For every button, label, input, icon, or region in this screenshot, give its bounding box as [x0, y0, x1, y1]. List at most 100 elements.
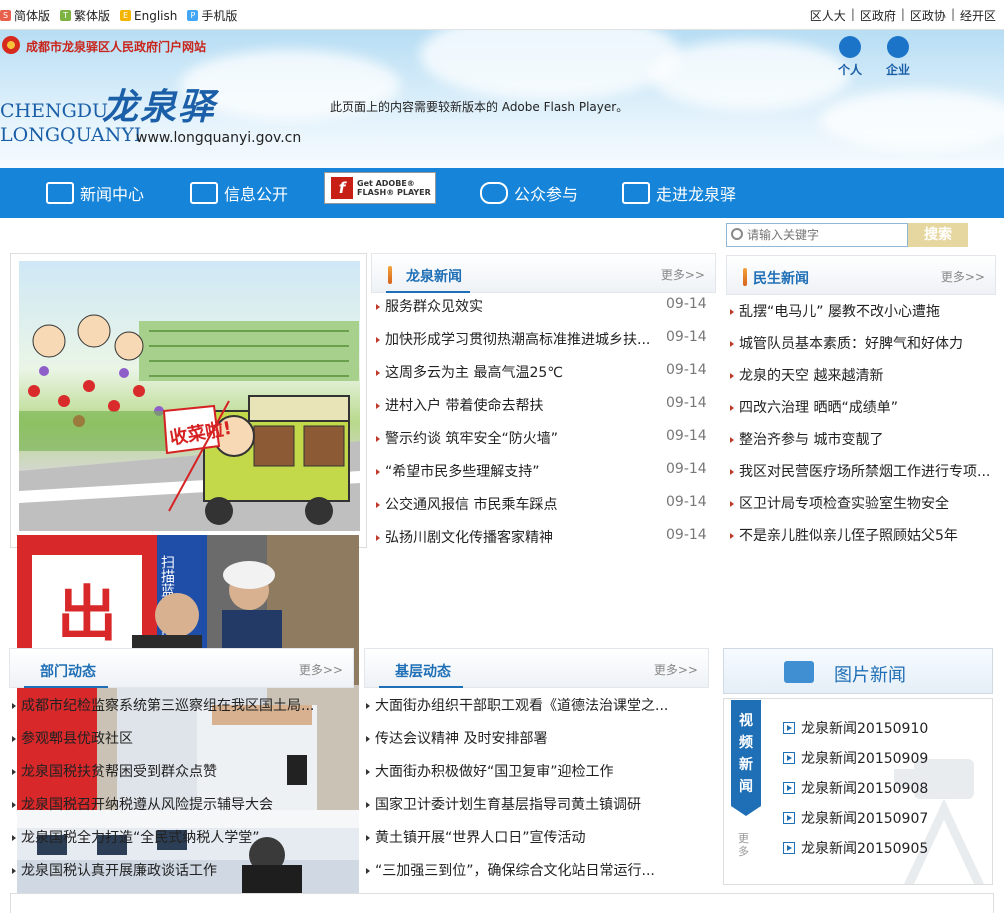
logo-chengdu: CHENGDU	[0, 100, 109, 122]
enterprise-icon	[887, 36, 909, 58]
search-input[interactable]	[747, 226, 903, 244]
lang-traditional-link[interactable]: T 繁体版	[60, 7, 110, 24]
list-item[interactable]: 龙泉国税扶贫帮困受到群众点赞	[12, 761, 217, 781]
list-item[interactable]: 警示约谈 筑牢安全“防火墙” 09-14	[376, 428, 707, 448]
list-item[interactable]: 不是亲儿胜似亲儿侄子照顾姑父5年	[730, 525, 958, 545]
longquan-news-more-link[interactable]: 更多>>	[661, 266, 705, 283]
livelihood-news-more-link[interactable]: 更多>>	[941, 268, 985, 285]
list-item[interactable]: 进村入户 带着使命去帮扶 09-14	[376, 395, 707, 415]
bullet-icon	[366, 868, 370, 874]
list-item[interactable]: 区卫计局专项检查实验室生物安全	[730, 493, 949, 513]
tab-longquan-news[interactable]: 龙泉新闻	[406, 266, 462, 286]
site-link-devzone[interactable]: 经开区	[960, 7, 996, 24]
separator: |	[850, 7, 855, 21]
list-item[interactable]: 成都市纪检监察系统第三巡察组在我区国土局...	[12, 695, 314, 715]
bullet-icon	[12, 769, 16, 775]
lang-mobile-link[interactable]: P 手机版	[187, 7, 237, 24]
list-item[interactable]: 大面街办积极做好“国卫复审”迎检工作	[366, 761, 614, 781]
bullet-icon	[12, 736, 16, 742]
search-button[interactable]: 搜索	[908, 223, 968, 247]
list-item[interactable]: 加快形成学习贯彻热潮高标准推进城乡扶... 09-14	[376, 329, 707, 349]
list-item[interactable]: 龙泉国税认真开展廉政谈话工作	[12, 860, 217, 880]
list-item[interactable]: 乱摆“电马儿” 屡教不改小心遭拖	[730, 301, 940, 321]
tab-grassroots-news[interactable]: 基层动态	[395, 661, 451, 681]
headline-cartoon-image[interactable]: 收菜啦!	[19, 261, 360, 531]
list-item[interactable]: 龙泉新闻20150905	[783, 838, 928, 858]
lang-simplified-link[interactable]: S 简体版	[0, 7, 50, 24]
list-item[interactable]: 整治齐参与 城市变靓了	[730, 429, 883, 449]
list-item[interactable]: 龙泉新闻20150908	[783, 778, 928, 798]
list-item[interactable]: 弘扬川剧文化传播客家精神 09-14	[376, 527, 707, 547]
bullet-icon	[376, 436, 380, 442]
separator: |	[900, 7, 905, 21]
tab-video-news[interactable]: 视 频 新 闻	[731, 700, 761, 816]
list-item[interactable]: 龙泉国税全力打造“全民式纳税人学堂”	[12, 827, 260, 847]
bullet-icon	[366, 769, 370, 775]
bullet-icon	[376, 337, 380, 343]
bullet-icon	[730, 373, 734, 379]
tab-dept-news[interactable]: 部门动态	[40, 661, 96, 681]
list-item[interactable]: 公交通风报信 市民乘车踩点 09-14	[376, 494, 707, 514]
list-item[interactable]: 黄土镇开展“世界人口日”宣传活动	[366, 827, 586, 847]
list-item[interactable]: 参观郫县优政社区	[12, 728, 133, 748]
picture-news-title: 图片新闻	[834, 665, 906, 686]
english-icon: E	[120, 10, 132, 21]
bullet-icon	[366, 835, 370, 841]
nav-public-participation[interactable]: 公众参与	[480, 168, 578, 218]
nav-enter-longquanyi[interactable]: 走进龙泉驿	[622, 168, 736, 218]
bullet-icon	[366, 736, 370, 742]
list-item[interactable]: 龙泉新闻20150907	[783, 808, 928, 828]
main-nav: 新闻中心 信息公开 f Get ADOBE® FLASH® PLAYER 公众参与…	[0, 168, 1004, 218]
dept-news-more-link[interactable]: 更多>>	[299, 661, 343, 678]
list-item[interactable]: “希望市民多些理解支持” 09-14	[376, 461, 707, 481]
search-icon	[731, 228, 743, 240]
role-enterprise-button[interactable]: 企业	[886, 36, 910, 78]
grassroots-news-more-link[interactable]: 更多>>	[654, 661, 698, 678]
lang-english-link[interactable]: E English	[120, 7, 177, 24]
list-item[interactable]: 传达会议精神 及时安排部署	[366, 728, 547, 748]
national-emblem-icon	[2, 36, 20, 54]
site-url: www.longquanyi.gov.cn	[136, 130, 302, 146]
list-item[interactable]: 大面街办组织干部职工观看《道德法治课堂之...	[366, 695, 668, 715]
site-link-cppcc[interactable]: 区政协	[910, 7, 946, 24]
chat-icon	[480, 182, 508, 204]
tab-livelihood-news[interactable]: 民生新闻	[753, 268, 809, 288]
headline-photo-office[interactable]	[17, 810, 359, 893]
bullet-icon	[366, 703, 370, 709]
camera-icon	[622, 182, 650, 204]
list-item[interactable]: 龙泉的天空 越来越清新	[730, 365, 883, 385]
bullet-icon	[376, 403, 380, 409]
play-icon	[783, 722, 795, 734]
list-item[interactable]: 龙泉国税召开纳税遵从风险提示辅导大会	[12, 794, 273, 814]
bullet-icon	[730, 309, 734, 315]
bullet-icon	[730, 405, 734, 411]
role-personal-button[interactable]: 个人	[838, 36, 862, 78]
list-item[interactable]: “三加强三到位”，确保综合文化站日常运行...	[366, 860, 655, 880]
bullet-icon	[376, 370, 380, 376]
separator: |	[950, 7, 955, 21]
site-link-government[interactable]: 区政府	[860, 7, 896, 24]
picture-news-banner[interactable]: 图片新闻	[723, 648, 993, 694]
list-item[interactable]: 四改六治理 晒晒“成绩单”	[730, 397, 898, 417]
video-news-more-link[interactable]: 更 多	[738, 832, 752, 858]
nav-info-disclosure[interactable]: 信息公开	[190, 168, 288, 218]
bullet-icon	[376, 535, 380, 541]
list-item[interactable]: 龙泉新闻20150910	[783, 718, 928, 738]
site-link-npc[interactable]: 区人大	[810, 7, 846, 24]
list-item[interactable]: 国家卫计委计划生育基层指导司黄土镇调研	[366, 794, 641, 814]
bullet-icon	[376, 469, 380, 475]
list-item[interactable]: 服务群众见效实 09-14	[376, 296, 707, 316]
list-item[interactable]: 龙泉新闻20150909	[783, 748, 928, 768]
list-item[interactable]: 这周多云为主 最高气温25℃ 09-14	[376, 362, 707, 382]
play-icon	[783, 782, 795, 794]
site-links: 区人大 | 区政府 | 区政协 | 经开区	[810, 7, 996, 24]
list-item[interactable]: 城管队员基本素质：好脾气和好体力	[730, 333, 963, 353]
logo-chinese[interactable]: 龙泉驿	[102, 78, 216, 130]
list-item[interactable]: 我区对民营医疗场所禁烟工作进行专项...	[730, 461, 990, 481]
flash-icon: f	[331, 177, 353, 199]
nav-news-center[interactable]: 新闻中心	[46, 168, 144, 218]
bullet-icon	[12, 802, 16, 808]
livelihood-news-header: 民生新闻 更多>>	[726, 255, 996, 295]
get-flash-player-button[interactable]: f Get ADOBE® FLASH® PLAYER	[324, 172, 436, 204]
bullet-icon	[730, 533, 734, 539]
